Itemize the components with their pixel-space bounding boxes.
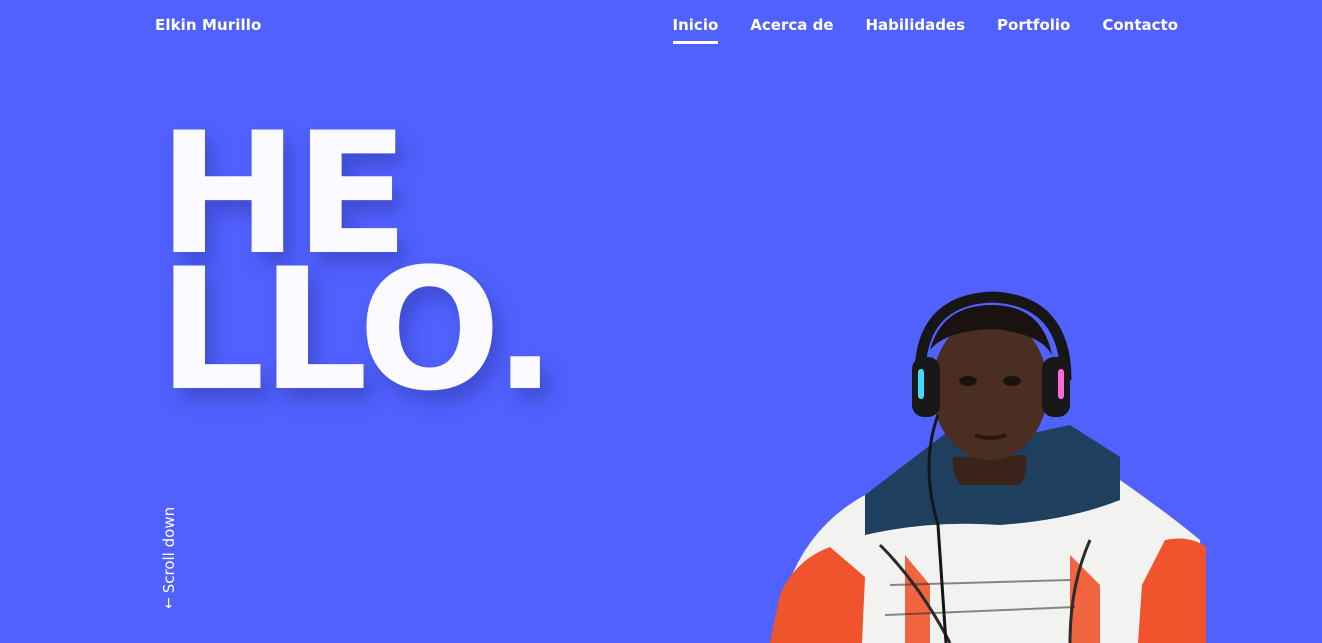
nav-item-acerca-de[interactable]: Acerca de (750, 16, 833, 44)
brand-name[interactable]: Elkin Murillo (155, 16, 261, 34)
nav-item-contacto[interactable]: Contacto (1102, 16, 1178, 44)
hero-page: Elkin Murillo Inicio Acerca de Habilidad… (0, 0, 1322, 643)
scroll-down-link[interactable]: ← Scroll down (159, 497, 179, 609)
scroll-down-content: ← Scroll down (159, 497, 179, 609)
hero-title: HE LLO. (158, 110, 557, 428)
nav-item-habilidades[interactable]: Habilidades (866, 16, 966, 44)
nav-item-inicio[interactable]: Inicio (672, 16, 718, 44)
main-nav: Inicio Acerca de Habilidades Portfolio C… (672, 16, 1178, 44)
arrow-down-icon: ← (161, 597, 177, 609)
profile-photo (770, 291, 1206, 643)
hero-title-line-2: LLO. (158, 232, 557, 428)
nav-item-portfolio[interactable]: Portfolio (997, 16, 1070, 44)
scroll-down-label: Scroll down (160, 506, 178, 594)
